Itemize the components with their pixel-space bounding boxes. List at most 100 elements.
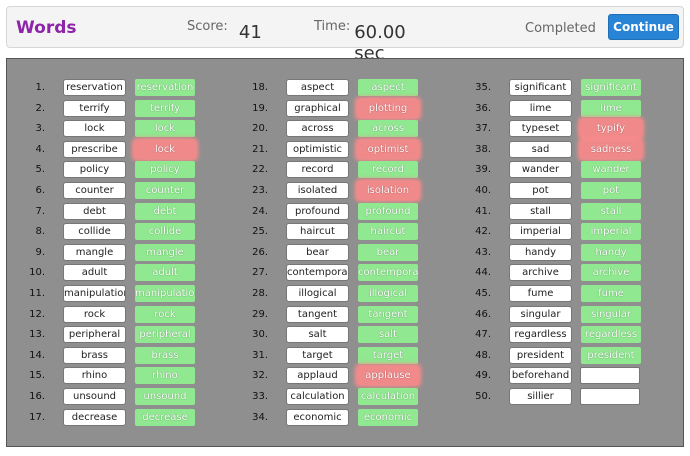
prompt-word: mangle [63, 243, 126, 261]
row-number: 8. [35, 226, 45, 238]
continue-button[interactable]: Continue [608, 14, 679, 40]
row-number: 47. [475, 329, 491, 341]
answer-incorrect: lock [135, 140, 195, 158]
row-number: 38. [475, 143, 491, 155]
row-number: 37. [475, 123, 491, 135]
row-number: 46. [475, 308, 491, 320]
answer-correct: significant [581, 79, 641, 96]
score-display: Score: 41 [187, 19, 262, 43]
header-bar: Words Score: 41 Time: 60.00 sec Completed … [6, 6, 684, 64]
row-number: 33. [252, 391, 268, 402]
answer-correct: reservation [135, 79, 195, 96]
answer-correct: president [581, 346, 641, 364]
answer-correct: regardless [581, 326, 641, 344]
answer-correct: illogical [358, 285, 418, 302]
row-number: 6. [35, 185, 45, 196]
prompt-word: sillier [509, 388, 572, 405]
prompt-word: terrify [63, 99, 126, 117]
row-number: 48. [475, 349, 491, 361]
row-number: 31. [252, 349, 268, 361]
answer-correct: target [358, 346, 418, 364]
prompt-word: target [286, 346, 349, 364]
answer-correct: salt [358, 326, 418, 344]
row-number: 4. [35, 143, 45, 155]
prompt-word: stall [509, 202, 572, 220]
answer-field[interactable] [580, 367, 640, 385]
answer-correct: collide [135, 223, 195, 241]
row-number: 21. [252, 143, 268, 155]
row-number: 16. [29, 391, 45, 402]
answer-correct: aspect [358, 79, 418, 96]
row-number: 19. [252, 102, 268, 114]
row-number: 26. [252, 246, 268, 258]
answer-correct: stall [581, 202, 641, 220]
answer-correct: archive [581, 264, 641, 282]
prompt-word: sad [509, 140, 572, 158]
answer-correct: contemporary [358, 264, 418, 282]
row-number: 18. [252, 82, 268, 93]
row-number: 9. [35, 246, 45, 258]
prompt-word: peripheral [63, 326, 126, 344]
prompt-word: across [286, 120, 349, 138]
prompt-word: singular [509, 305, 572, 323]
answer-correct: pot [581, 182, 641, 199]
answer-correct: economic [358, 408, 418, 426]
answer-correct: peripheral [135, 326, 195, 344]
answer-correct: manipulation [135, 285, 195, 302]
prompt-word: prescribe [63, 140, 126, 158]
row-number: 42. [475, 226, 491, 238]
row-number: 11. [29, 288, 45, 299]
row-number: 10. [29, 267, 45, 279]
row-number: 24. [252, 205, 268, 217]
row-number: 28. [252, 288, 268, 299]
prompt-word: counter [63, 182, 126, 199]
answer-correct: debt [135, 202, 195, 220]
row-number: 12. [29, 308, 45, 320]
row-number: 3. [35, 123, 45, 135]
answer-correct: record [358, 161, 418, 179]
prompt-word: profound [286, 202, 349, 220]
row-number: 39. [475, 164, 491, 176]
prompt-word: applaud [286, 367, 349, 385]
row-number: 5. [35, 164, 45, 176]
row-number: 32. [252, 370, 268, 382]
prompt-word: lime [509, 99, 572, 117]
prompt-word: record [286, 161, 349, 179]
prompt-word: collide [63, 223, 126, 241]
answer-correct: adult [135, 264, 195, 282]
answer-correct: haircut [358, 223, 418, 241]
prompt-word: lock [63, 120, 126, 138]
answer-correct: tangent [358, 305, 418, 323]
prompt-word: graphical [286, 99, 349, 117]
answer-correct: policy [135, 161, 195, 179]
row-number: 40. [475, 185, 491, 196]
prompt-word: haircut [286, 223, 349, 241]
prompt-word: significant [509, 79, 572, 96]
prompt-word: reservation [63, 79, 126, 96]
row-number: 36. [475, 102, 491, 114]
answer-correct: wander [581, 161, 641, 179]
answer-incorrect: sadness [581, 140, 641, 158]
row-number: 45. [475, 288, 491, 299]
row-number: 25. [252, 226, 268, 238]
prompt-word: unsound [63, 388, 126, 405]
prompt-word: adult [63, 264, 126, 282]
prompt-word: handy [509, 243, 572, 261]
answer-correct: lime [581, 99, 641, 117]
answer-incorrect: typify [581, 120, 641, 138]
prompt-word: rock [63, 305, 126, 323]
row-number: 30. [252, 329, 268, 341]
prompt-word: rhino [63, 367, 126, 385]
row-number: 17. [29, 411, 45, 423]
answer-field[interactable] [580, 388, 640, 405]
answer-incorrect: optimist [358, 140, 418, 158]
prompt-word: bear [286, 243, 349, 261]
row-number: 23. [252, 185, 268, 196]
prompt-word: wander [509, 161, 572, 179]
prompt-word: salt [286, 326, 349, 344]
answer-correct: imperial [581, 223, 641, 241]
answer-incorrect: plotting [358, 99, 418, 117]
prompt-word: pot [509, 182, 572, 199]
row-number: 14. [29, 349, 45, 361]
row-number: 15. [29, 370, 45, 382]
